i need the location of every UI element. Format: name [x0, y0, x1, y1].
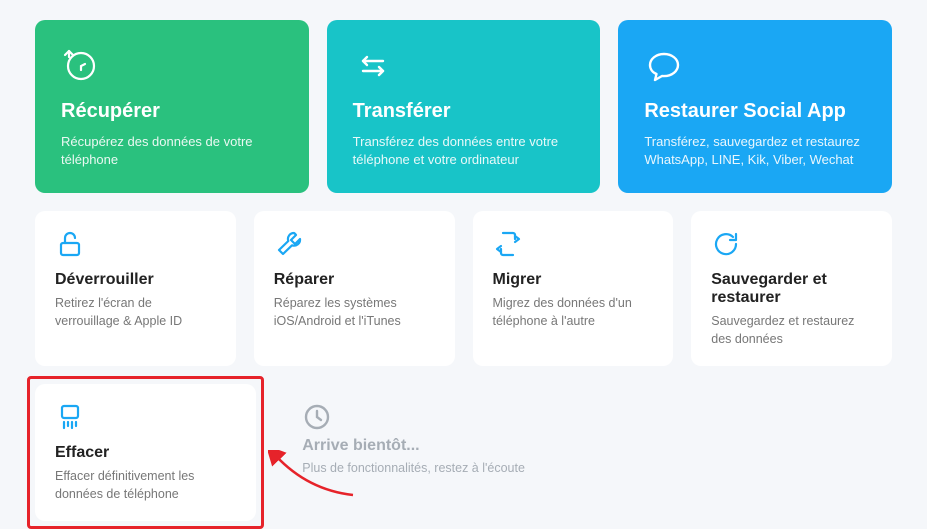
unlock-card[interactable]: Déverrouiller Retirez l'écran de verroui… — [35, 211, 236, 366]
repair-card[interactable]: Réparer Réparez les systèmes iOS/Android… — [254, 211, 455, 366]
restore-social-desc: Transférez, sauvegardez et restaurez Wha… — [644, 133, 866, 169]
erase-card[interactable]: Effacer Effacer définitivement les donné… — [35, 384, 256, 521]
transfer-title: Transférer — [353, 100, 575, 123]
repair-title: Réparer — [274, 271, 435, 289]
clock-restore-icon — [61, 46, 283, 86]
chat-bubble-icon — [644, 46, 866, 86]
shredder-icon — [55, 402, 236, 436]
wrench-icon — [274, 229, 435, 263]
transfer-card[interactable]: Transférer Transférez des données entre … — [327, 20, 601, 193]
backup-restore-title: Sauvegarder et restaurer — [711, 271, 872, 307]
restore-social-card[interactable]: Restaurer Social App Transférez, sauvega… — [618, 20, 892, 193]
transfer-desc: Transférez des données entre votre télép… — [353, 133, 575, 169]
migrate-title: Migrer — [493, 271, 654, 289]
coming-soon-card: Arrive bientôt... Plus de fonctionnalité… — [282, 384, 685, 521]
migrate-desc: Migrez des données d'un téléphone à l'au… — [493, 295, 654, 330]
unlock-icon — [55, 229, 216, 263]
coming-soon-title: Arrive bientôt... — [302, 437, 665, 455]
unlock-title: Déverrouiller — [55, 271, 216, 289]
coming-soon-desc: Plus de fonctionnalités, restez à l'écou… — [302, 461, 665, 475]
unlock-desc: Retirez l'écran de verrouillage & Apple … — [55, 295, 216, 330]
phone-migrate-icon — [493, 229, 654, 263]
erase-title: Effacer — [55, 444, 236, 462]
recover-title: Récupérer — [61, 100, 283, 123]
empty-space — [711, 384, 892, 521]
migrate-card[interactable]: Migrer Migrez des données d'un téléphone… — [473, 211, 674, 366]
transfer-arrows-icon — [353, 46, 575, 86]
recover-desc: Récupérez des données de votre téléphone — [61, 133, 283, 169]
sync-icon — [711, 229, 872, 263]
clock-icon — [302, 402, 665, 437]
backup-restore-desc: Sauvegardez et restaurez des données — [711, 313, 872, 348]
restore-social-title: Restaurer Social App — [644, 100, 866, 123]
repair-desc: Réparez les systèmes iOS/Android et l'iT… — [274, 295, 435, 330]
erase-desc: Effacer définitivement les données de té… — [55, 468, 236, 503]
backup-restore-card[interactable]: Sauvegarder et restaurer Sauvegardez et … — [691, 211, 892, 366]
recover-card[interactable]: Récupérer Récupérez des données de votre… — [35, 20, 309, 193]
